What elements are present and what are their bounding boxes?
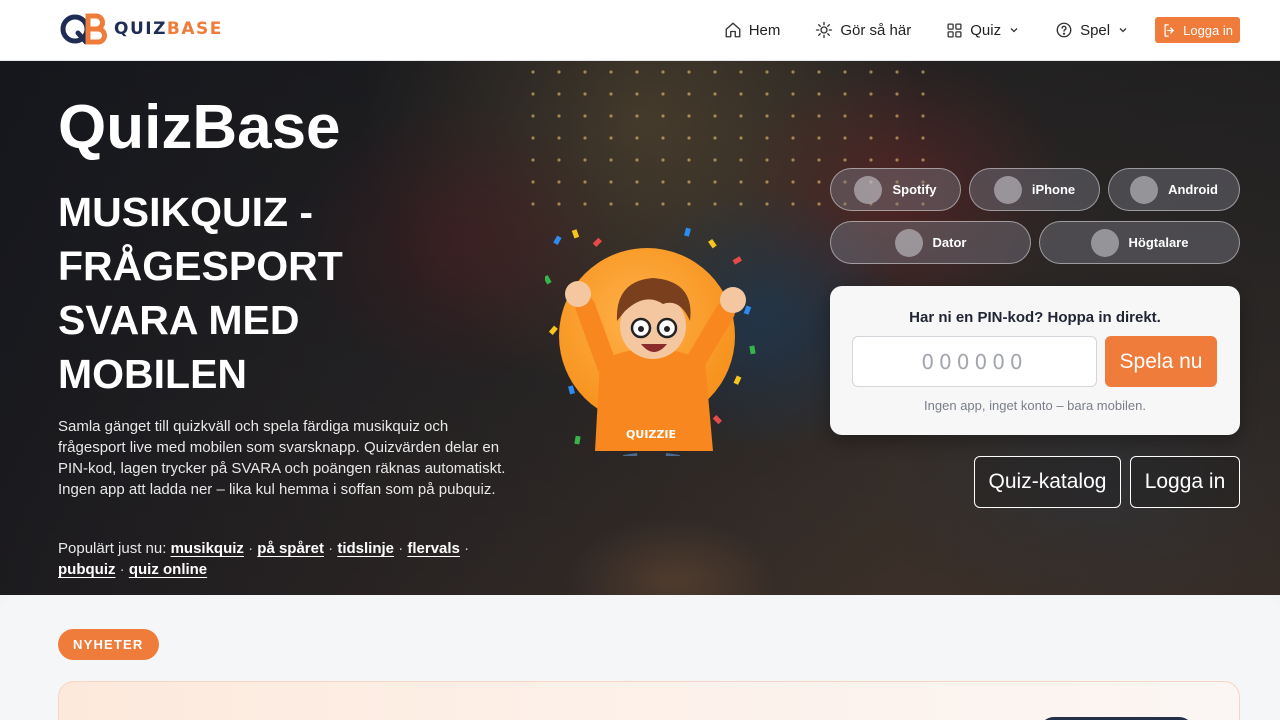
pin-heading: Har ni en PIN-kod? Hoppa in direkt.	[909, 309, 1161, 326]
hero-section: QuizBase MUSIKQUIZ - FRÅGESPORT SVARA ME…	[0, 61, 1280, 595]
play-now-button[interactable]: Spela nu	[1105, 336, 1217, 387]
iphone-icon	[993, 175, 1022, 204]
nav-item-label: Hem	[748, 21, 781, 39]
hero-login-button[interactable]: Logga in	[1130, 456, 1240, 508]
popular-link-pa-sparet[interactable]: på spåret	[257, 540, 324, 557]
pin-note: Ingen app, inget konto – bara mobilen.	[924, 398, 1146, 413]
popular-label: Populärt just nu:	[58, 540, 167, 557]
nav-login-label: Logga in	[1183, 22, 1233, 38]
mascot-hoodie-text: QUIZZIE	[626, 428, 676, 441]
hero-description: Samla gänget till quizkväll och spela fä…	[58, 418, 506, 498]
device-pill-iphone[interactable]: iPhone	[969, 168, 1100, 211]
home-icon	[725, 22, 741, 38]
nav-item-gor-sa-har[interactable]: Gör så här	[815, 21, 911, 39]
nav-item-spel[interactable]: Spel	[1055, 21, 1129, 39]
main-nav: Hem Gör så här Quiz Spel Logga in	[689, 17, 1240, 43]
device-pill-hogtalare[interactable]: Högtalare	[1039, 221, 1240, 264]
popular-link-flervals[interactable]: flervals	[407, 540, 460, 557]
nav-item-label: Gör så här	[840, 21, 912, 39]
nav-item-label: Quiz	[970, 21, 1002, 39]
pin-input[interactable]	[852, 336, 1097, 387]
speaker-icon	[1090, 228, 1119, 257]
nav-item-hem[interactable]: Hem	[724, 21, 781, 39]
popular-links: Populärt just nu: musikquiz · på spåret …	[58, 540, 470, 578]
pin-card: Har ni en PIN-kod? Hoppa in direkt. Spel…	[830, 286, 1240, 435]
quiz-catalog-button[interactable]: Quiz-katalog	[974, 456, 1121, 508]
quizbase-logo[interactable]: QUIZBASE	[60, 12, 223, 46]
sun-icon	[816, 21, 833, 39]
computer-icon	[894, 228, 923, 257]
chevron-down-icon	[1010, 28, 1018, 33]
top-navbar: QUIZBASE Hem Gör så här Quiz Spel Logga …	[0, 0, 1280, 61]
popular-link-tidslinje[interactable]: tidslinje	[337, 540, 394, 557]
popular-link-quiz-online[interactable]: quiz online	[129, 561, 207, 578]
help-circle-icon	[1056, 22, 1072, 38]
popular-link-musikquiz[interactable]: musikquiz	[171, 540, 244, 557]
news-section: NYHETER	[0, 595, 1280, 720]
nav-item-label: Spel	[1080, 21, 1111, 39]
grid-icon	[947, 22, 962, 38]
hero-subtitle: MUSIKQUIZ - FRÅGESPORT SVARA MED MOBILEN	[58, 189, 343, 397]
device-pill-android[interactable]: Android	[1108, 168, 1240, 211]
popular-link-pubquiz[interactable]: pubquiz	[58, 561, 115, 578]
device-pill-label: Spotify	[892, 182, 937, 197]
login-icon	[1164, 23, 1174, 37]
chevron-down-icon	[1119, 28, 1127, 33]
device-pill-label: Android	[1168, 182, 1218, 197]
device-pill-label: iPhone	[1031, 182, 1076, 197]
qb-logo-icon	[60, 13, 107, 45]
news-badge: NYHETER	[58, 629, 159, 660]
device-pill-label: Högtalare	[1128, 235, 1189, 250]
nav-login-button[interactable]: Logga in	[1155, 17, 1240, 43]
logo-text: QUIZBASE	[114, 19, 223, 39]
news-card[interactable]	[58, 681, 1240, 720]
device-pill-spotify[interactable]: Spotify	[830, 168, 961, 211]
nav-item-quiz[interactable]: Quiz	[946, 22, 1020, 39]
hero-title: QuizBase	[58, 93, 341, 162]
device-pill-label: Dator	[932, 235, 967, 250]
device-pill-dator[interactable]: Dator	[830, 221, 1031, 264]
android-icon	[1130, 175, 1159, 204]
mascot-illustration: QUIZZIE	[545, 227, 756, 456]
spotify-icon	[854, 175, 883, 204]
quizzie-mascot: QUIZZIE	[545, 226, 765, 456]
